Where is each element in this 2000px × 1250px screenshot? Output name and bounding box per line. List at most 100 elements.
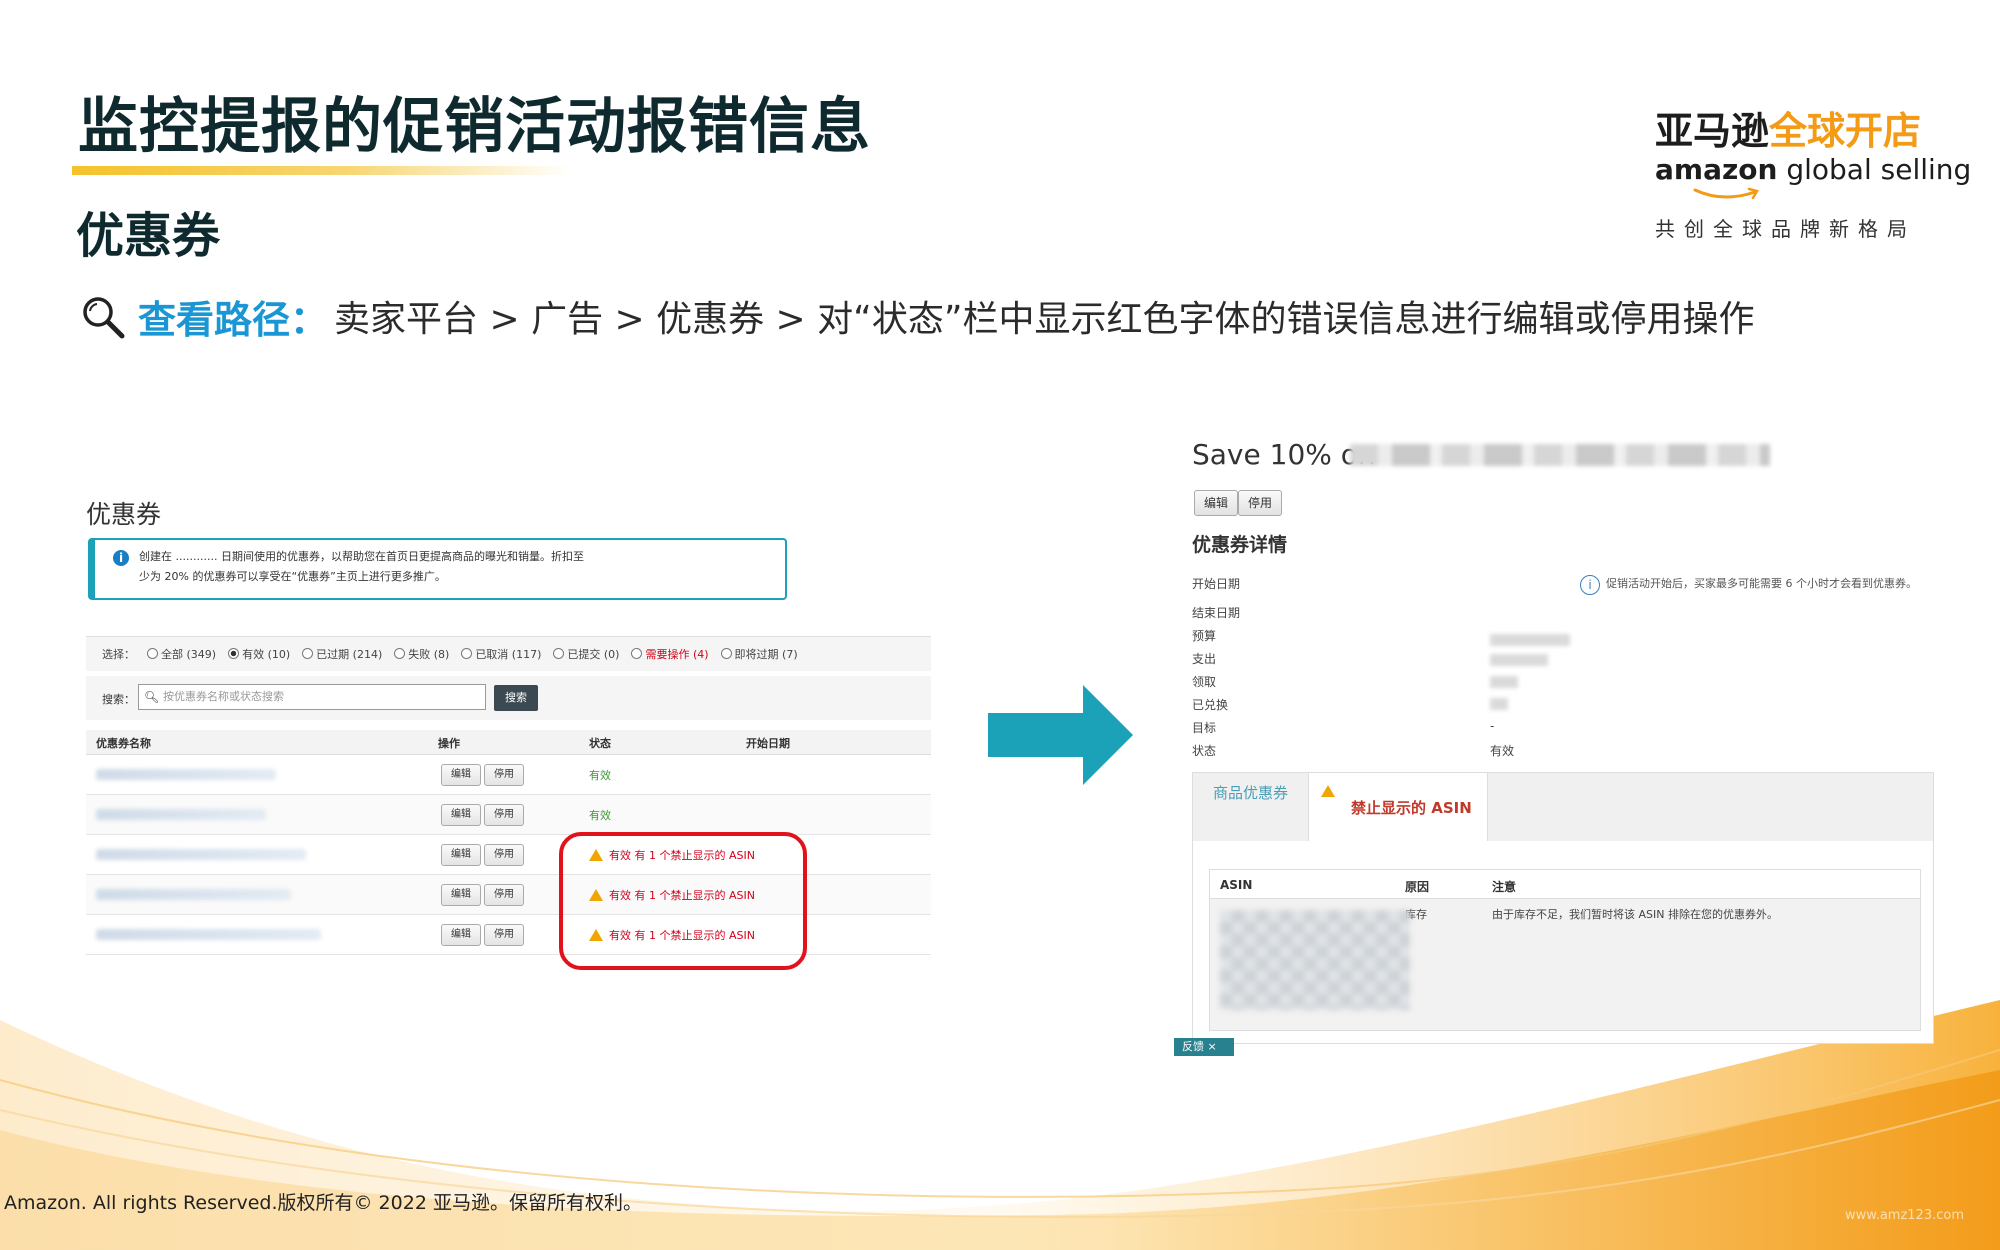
radio-button[interactable] bbox=[720, 648, 732, 659]
column-header-start-date[interactable]: 开始日期 bbox=[746, 735, 790, 751]
info-icon: i bbox=[113, 550, 129, 566]
filter-option[interactable]: 已提交 (0) bbox=[553, 646, 619, 662]
search-input[interactable]: 按优惠券名称或状态搜索 bbox=[138, 684, 486, 710]
info-banner: i 创建在 ............ 日期间使用的优惠券，以帮助您在首页日更提高… bbox=[88, 538, 787, 600]
search-button[interactable]: 搜索 bbox=[494, 685, 538, 711]
blurred-coupon-name bbox=[96, 769, 276, 780]
label-start-date: 开始日期 bbox=[1192, 577, 1241, 591]
radio-button[interactable] bbox=[461, 648, 473, 659]
tab-content: ASIN 原因 注意 库存 由于库存不足，我们暂时将该 ASIN 排除在您的优惠… bbox=[1193, 841, 1933, 1043]
column-header-name[interactable]: 优惠券名称 bbox=[96, 735, 151, 751]
title-underline bbox=[72, 166, 572, 175]
edit-button[interactable]: 编辑 bbox=[441, 924, 481, 946]
label-status: 状态 bbox=[1192, 744, 1217, 758]
filter-option-label: 已取消 (117) bbox=[475, 648, 542, 661]
warning-icon bbox=[1321, 785, 1335, 797]
logo-english: amazon global selling bbox=[1655, 153, 1972, 186]
row-note: 由于库存不足，我们暂时将该 ASIN 排除在您的优惠券外。 bbox=[1492, 908, 1778, 921]
radio-button[interactable] bbox=[631, 648, 643, 659]
filter-option[interactable]: 全部 (349) bbox=[147, 646, 216, 662]
blurred-value bbox=[1490, 698, 1508, 710]
feedback-button[interactable]: 反馈 × bbox=[1174, 1038, 1234, 1056]
edit-button[interactable]: 编辑 bbox=[441, 764, 481, 786]
filter-option[interactable]: 已过期 (214) bbox=[302, 646, 382, 662]
amazon-smile-icon bbox=[1693, 187, 1759, 200]
filter-option[interactable]: 失败 (8) bbox=[394, 646, 449, 662]
radio-button[interactable] bbox=[302, 648, 314, 659]
page-subtitle: 优惠券 bbox=[76, 208, 221, 264]
coupon-page-heading: 优惠券 bbox=[86, 500, 162, 529]
blurred-product-name bbox=[1350, 444, 1770, 466]
filter-option[interactable]: 即将过期 (7) bbox=[720, 646, 798, 662]
edit-button[interactable]: 编辑 bbox=[441, 804, 481, 826]
filter-option-label: 已过期 (214) bbox=[316, 648, 383, 661]
error-highlight-circle bbox=[559, 832, 807, 970]
blurred-coupon-name bbox=[96, 849, 306, 860]
tab-product-coupon[interactable]: 商品优惠券 bbox=[1193, 773, 1308, 841]
label-budget: 预算 bbox=[1192, 629, 1217, 643]
label-spend: 支出 bbox=[1192, 652, 1217, 666]
status-cell: 有效 bbox=[589, 767, 611, 783]
blurred-product-image bbox=[1220, 910, 1410, 1010]
table-header: 优惠券名称 操作 状态 开始日期 bbox=[86, 730, 931, 755]
amazon-global-selling-logo: 亚马逊全球开店 amazon global selling 共创全球品牌新格局 bbox=[1655, 100, 1972, 242]
logo-slogan: 共创全球品牌新格局 bbox=[1655, 217, 1916, 241]
watermark: www.amz123.com bbox=[1845, 1208, 1964, 1223]
page-title: 监控提报的促销活动报错信息 bbox=[78, 92, 871, 162]
coupon-details-heading: 优惠券详情 bbox=[1192, 534, 1288, 556]
status-text: 有效 bbox=[589, 769, 611, 782]
tab-suppressed-asin[interactable]: 禁止显示的 ASIN bbox=[1308, 773, 1488, 843]
blurred-coupon-name bbox=[96, 809, 266, 820]
filter-option-label: 全部 (349) bbox=[161, 648, 217, 661]
navigation-path: 查看路径： 卖家平台 > 广告 > 优惠券 > 对“状态”栏中显示红色字体的错误… bbox=[78, 286, 1754, 346]
filter-option[interactable]: 需要操作 (4) bbox=[631, 646, 709, 662]
blurred-coupon-name bbox=[96, 889, 291, 900]
info-text-line1: 创建在 ............ 日期间使用的优惠券，以帮助您在首页日更提高商品… bbox=[139, 550, 584, 563]
tab-suppressed-asin-label: 禁止显示的 ASIN bbox=[1351, 799, 1472, 817]
blurred-value bbox=[1490, 654, 1548, 666]
radio-button[interactable] bbox=[553, 648, 565, 659]
label-end-date: 结束日期 bbox=[1192, 606, 1241, 620]
status-filter-options: 选择： 全部 (349) 有效 (10) 已过期 (214) 失败 (8) 已取消 (1… bbox=[102, 646, 798, 662]
filter-label: 选择： bbox=[102, 648, 135, 661]
disable-button[interactable]: 停用 bbox=[484, 804, 524, 826]
radio-button[interactable] bbox=[394, 648, 406, 659]
table-row: 编辑 停用 有效 bbox=[86, 795, 931, 835]
status-text: 有效 bbox=[589, 809, 611, 822]
filter-option-label: 失败 (8) bbox=[408, 648, 450, 661]
search-label: 搜索： bbox=[102, 693, 135, 706]
column-header-note: 注意 bbox=[1492, 880, 1517, 894]
search-icon: 🔍︎ bbox=[144, 690, 160, 704]
radio-button[interactable] bbox=[228, 648, 240, 659]
disable-button[interactable]: 停用 bbox=[1238, 490, 1282, 516]
status-value: 有效 bbox=[1490, 744, 1515, 758]
disable-button[interactable]: 停用 bbox=[484, 764, 524, 786]
target-value: - bbox=[1490, 719, 1495, 733]
radio-button[interactable] bbox=[147, 648, 158, 659]
filter-option[interactable]: 有效 (10) bbox=[228, 646, 290, 662]
coupon-title: Save 10% on bbox=[1192, 438, 1376, 471]
info-text-line2: 少为 20% 的优惠券可以享受在“优惠券”主页上进行更多推广。 bbox=[139, 570, 446, 583]
edit-button[interactable]: 编辑 bbox=[441, 884, 481, 906]
promotion-note: 促销活动开始后，买家最多可能需要 6 个小时才会看到优惠券。 bbox=[1606, 577, 1917, 590]
blurred-value bbox=[1490, 634, 1570, 646]
edit-button[interactable]: 编辑 bbox=[441, 844, 481, 866]
column-header-status[interactable]: 状态 bbox=[589, 735, 611, 751]
blurred-value bbox=[1490, 676, 1518, 688]
disable-button[interactable]: 停用 bbox=[484, 924, 524, 946]
table-header: ASIN 原因 注意 bbox=[1210, 870, 1920, 899]
disable-button[interactable]: 停用 bbox=[484, 844, 524, 866]
logo-chinese: 亚马逊全球开店 bbox=[1655, 109, 1922, 153]
filter-option-label: 有效 (10) bbox=[242, 648, 291, 661]
status-cell: 有效 bbox=[589, 807, 611, 823]
edit-button[interactable]: 编辑 bbox=[1194, 490, 1238, 516]
filter-option[interactable]: 已取消 (117) bbox=[461, 646, 541, 662]
path-label: 查看路径： bbox=[138, 297, 329, 342]
disable-button[interactable]: 停用 bbox=[484, 884, 524, 906]
blurred-coupon-name bbox=[96, 929, 321, 940]
path-text: 卖家平台 > 广告 > 优惠券 > 对“状态”栏中显示红色字体的错误信息进行编辑… bbox=[334, 299, 1755, 340]
label-clipped: 领取 bbox=[1192, 675, 1217, 689]
label-target: 目标 bbox=[1192, 721, 1217, 735]
coupon-tabs: 商品优惠券 禁止显示的 ASIN ASIN 原因 注意 库存 由于库存不足，我们… bbox=[1192, 772, 1934, 1044]
search-icon bbox=[83, 297, 125, 339]
